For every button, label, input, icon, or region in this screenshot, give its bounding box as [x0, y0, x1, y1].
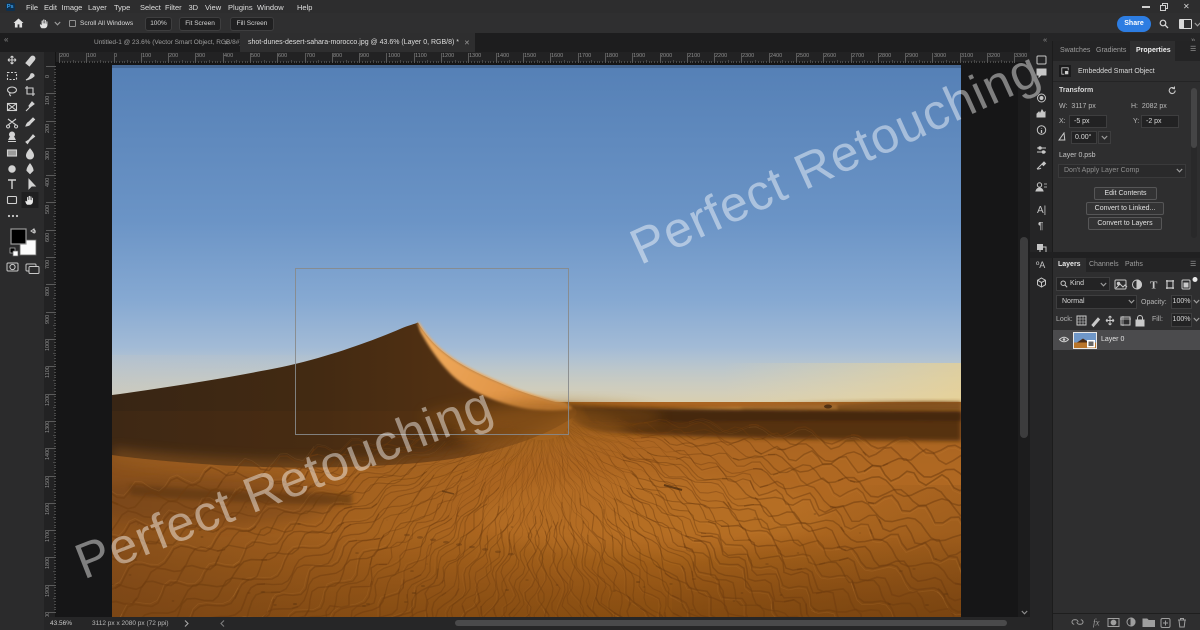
svg-text:¶: ¶ [1038, 221, 1043, 232]
svg-text:fx: fx [1093, 618, 1100, 628]
svg-text:T: T [1150, 280, 1158, 292]
svg-text:ºA: ºA [1036, 260, 1045, 270]
svg-text:A|: A| [1037, 205, 1046, 216]
